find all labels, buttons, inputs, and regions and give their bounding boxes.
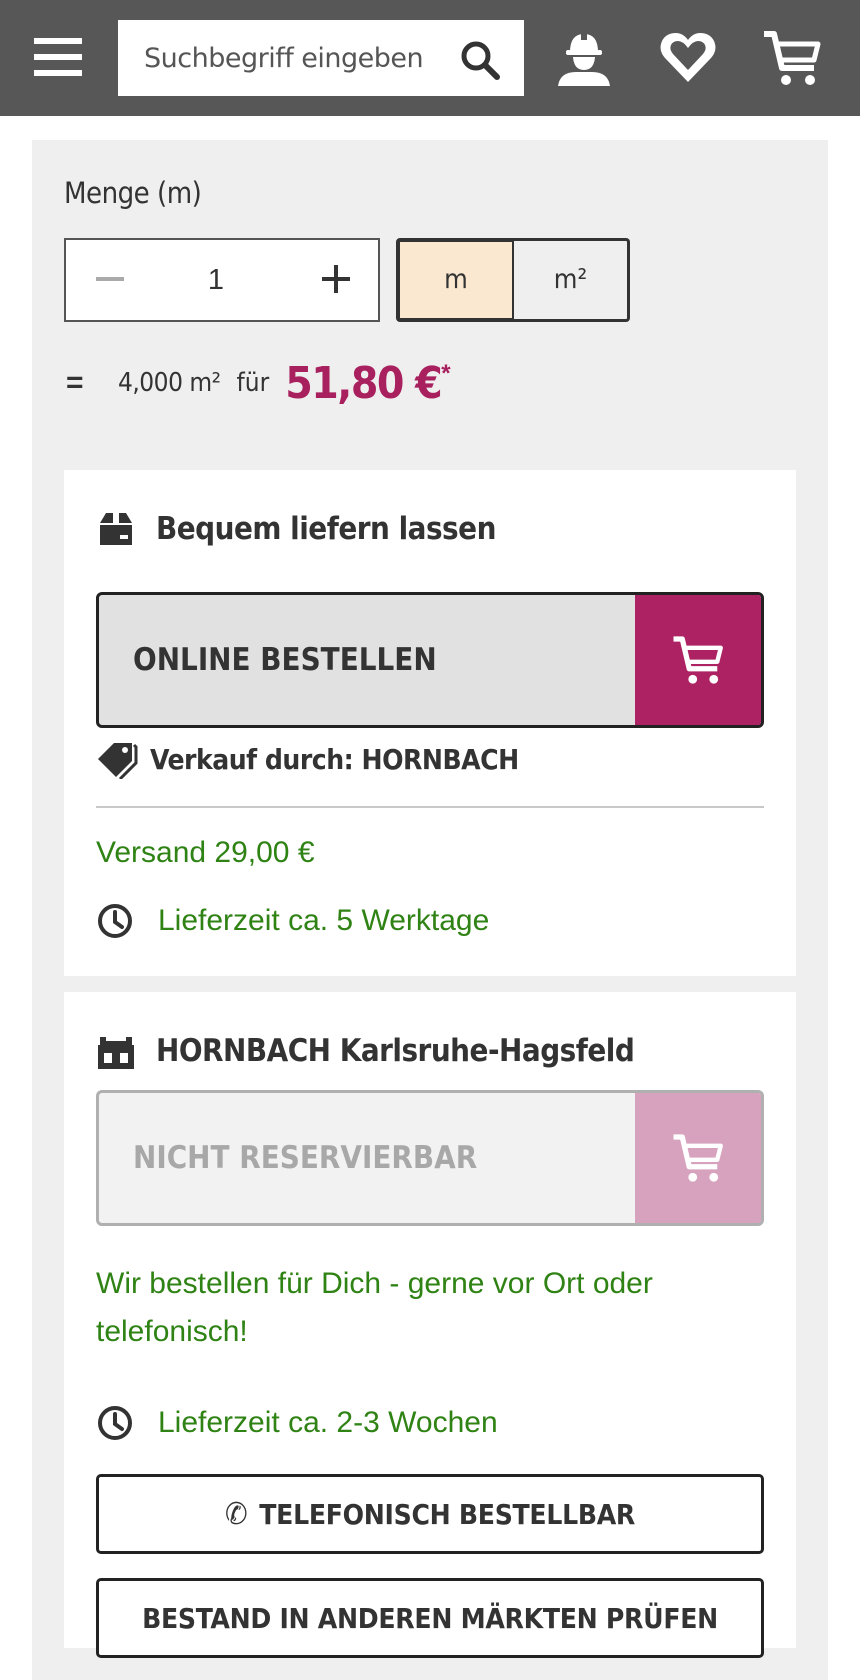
top-header (0, 0, 860, 116)
store-card: HORNBACH Karlsruhe-Hagsfeld NICHT RESERV… (64, 992, 796, 1658)
store-delivery-time: Lieferzeit ca. 2-3 Wochen (158, 1406, 498, 1439)
total-price: 51,80 € (285, 357, 443, 409)
order-online-label: ONLINE BESTELLEN (133, 642, 437, 678)
order-online-button[interactable]: ONLINE BESTELLEN (96, 592, 764, 728)
account-icon[interactable] (552, 26, 616, 90)
search-icon[interactable] (458, 38, 502, 82)
price-footnote-mark: * (441, 360, 451, 387)
delivery-card: Bequem liefern lassen ONLINE BESTELLEN V… (64, 470, 796, 976)
search-box (118, 20, 524, 96)
delivery-time-row: Lieferzeit ca. 5 Werktage (96, 898, 489, 944)
seller-text: Verkauf durch: HORNBACH (150, 742, 519, 776)
phone-order-button[interactable]: ✆ TELEFONISCH BESTELLBAR (96, 1474, 764, 1554)
delivery-time: Lieferzeit ca. 5 Werktage (158, 904, 490, 937)
quantity-stepper: 1 (64, 238, 380, 322)
shipping-cost: Versand 29,00 € (96, 836, 315, 869)
area-amount: 4,000 m² (118, 368, 221, 398)
search-input[interactable] (118, 20, 448, 96)
equals-sign: = (66, 366, 84, 399)
store-title-row: HORNBACH Karlsruhe-Hagsfeld (96, 1026, 635, 1076)
price-tag-icon (98, 743, 138, 779)
store-info-text: Wir bestellen für Dich - gerne vor Ort o… (96, 1267, 653, 1348)
for-label: für (236, 368, 270, 398)
store-icon (98, 1037, 134, 1069)
quantity-value[interactable]: 1 (166, 240, 266, 320)
clock-icon (98, 904, 132, 938)
wishlist-heart-icon[interactable] (656, 26, 720, 90)
price-summary: = 4,000 m² für 51,80 € * (66, 357, 451, 409)
reserve-label: NICHT RESERVIERBAR (133, 1140, 478, 1176)
check-stock-button[interactable]: BESTAND IN ANDEREN MÄRKTEN PRÜFEN (96, 1578, 764, 1658)
store-delivery-time-row: Lieferzeit ca. 2-3 Wochen (96, 1400, 498, 1446)
store-title: HORNBACH Karlsruhe-Hagsfeld (156, 1033, 635, 1069)
delivery-title-row: Bequem liefern lassen (96, 504, 496, 554)
divider (96, 806, 764, 808)
cart-icon[interactable] (760, 26, 824, 90)
phone-order-label: TELEFONISCH BESTELLBAR (259, 1497, 636, 1531)
minus-icon (96, 277, 124, 281)
package-icon (100, 513, 132, 545)
check-stock-label: BESTAND IN ANDEREN MÄRKTEN PRÜFEN (142, 1601, 718, 1635)
order-panel: Menge (m) 1 m m² = 4,000 m² für 51,80 € … (32, 140, 828, 1680)
quantity-label: Menge (m) (64, 176, 202, 210)
menu-icon[interactable] (34, 36, 82, 78)
cart-icon (673, 636, 723, 684)
seller-row: Verkauf durch: HORNBACH (96, 736, 519, 782)
delivery-title: Bequem liefern lassen (156, 511, 496, 547)
clock-icon (98, 1406, 132, 1440)
unit-toggle-m[interactable]: m (396, 238, 516, 322)
cart-icon (673, 1134, 723, 1182)
reserve-button-disabled: NICHT RESERVIERBAR (96, 1090, 764, 1226)
unit-toggle-m2[interactable]: m² (514, 238, 630, 322)
phone-icon: ✆ (224, 1496, 248, 1532)
